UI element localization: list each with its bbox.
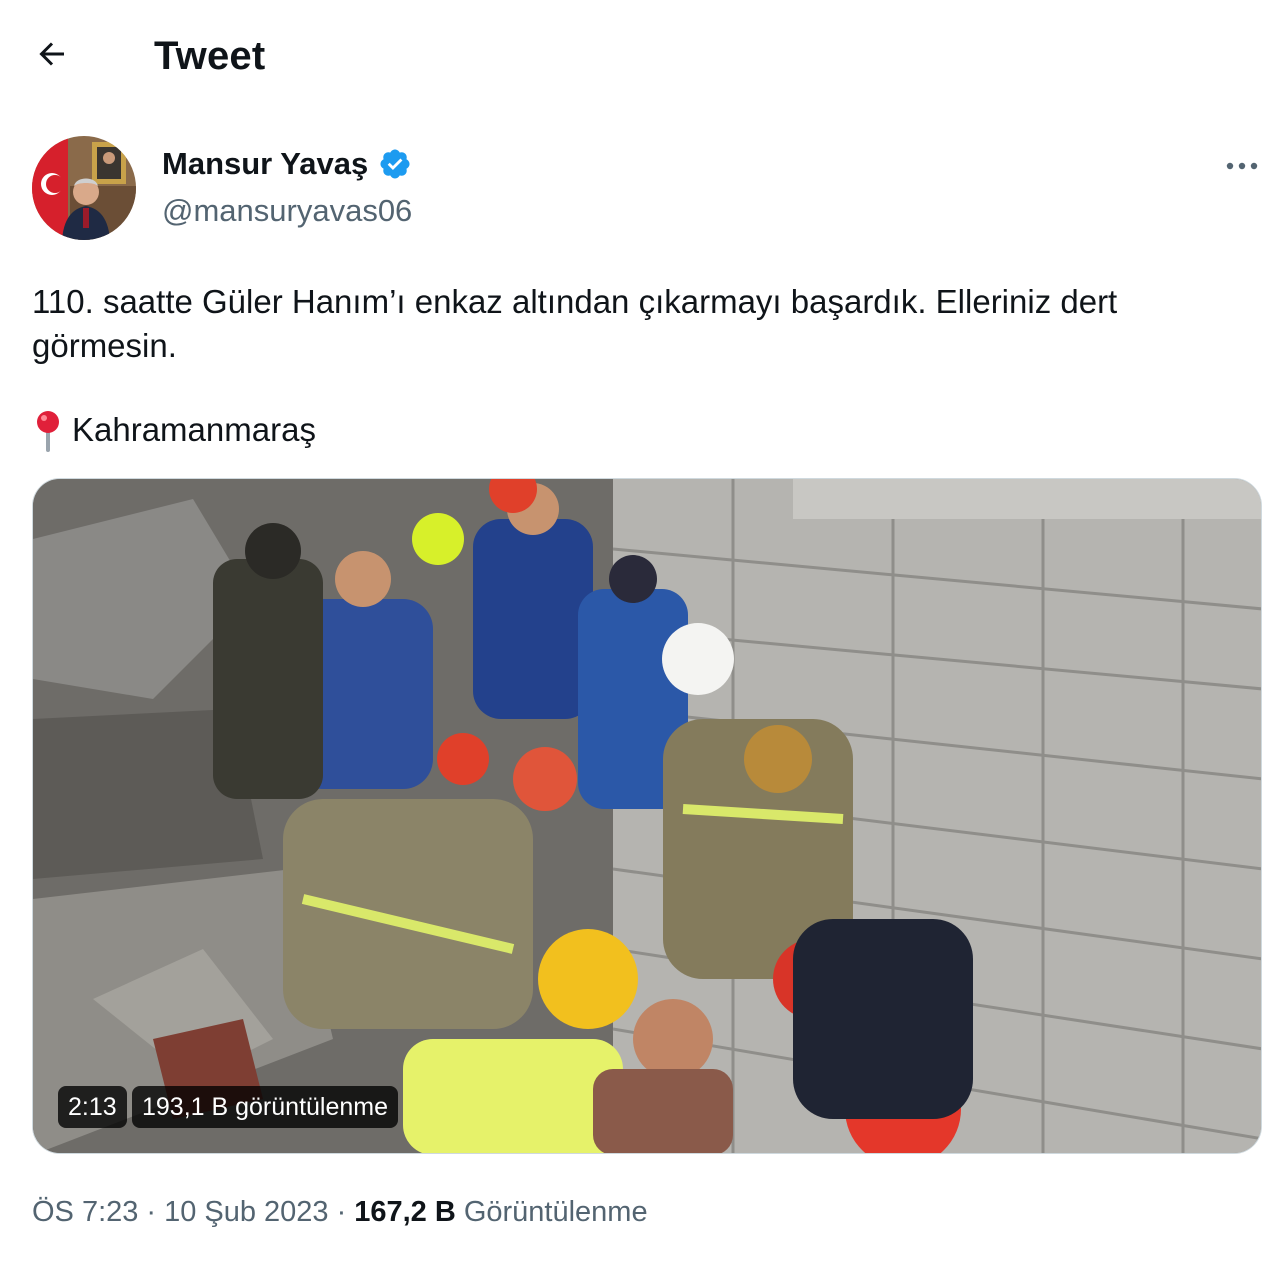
tweet-date[interactable]: 10 Şub 2023 <box>164 1196 328 1229</box>
tweet-time[interactable]: ÖS 7:23 <box>32 1196 138 1229</box>
verified-badge-icon <box>380 149 410 179</box>
tweet-text: 110. saatte Güler Hanım’ı enkaz altından… <box>32 283 1118 364</box>
tweet-meta: ÖS 7:23 · 10 Şub 2023 · 167,2 B Görüntül… <box>32 1196 648 1229</box>
tweet-location: Kahramanmaraş <box>32 408 316 452</box>
video-duration-badge: 2:13 <box>58 1086 127 1128</box>
video-views-badge: 193,1 B görüntülenme <box>132 1086 399 1128</box>
page-title: Tweet <box>154 34 266 78</box>
author-handle[interactable]: @mansuryavas06 <box>162 193 412 229</box>
author-display-name: Mansur Yavaş <box>162 146 369 181</box>
pin-icon <box>37 411 59 452</box>
meta-separator: · <box>146 1196 157 1228</box>
back-button[interactable] <box>28 30 76 78</box>
views-label: Görüntülenme <box>463 1196 648 1228</box>
top-bar: Tweet <box>0 0 1280 112</box>
avatar[interactable] <box>32 136 136 240</box>
arrow-left-icon <box>39 42 64 66</box>
more-dots-icon <box>1226 162 1258 170</box>
location-label: Kahramanmaraş <box>72 411 316 448</box>
views-count: 167,2 B <box>354 1196 456 1228</box>
video-thumbnail <box>33 479 1261 1153</box>
author-name-row[interactable]: Mansur Yavaş <box>162 146 412 182</box>
video-player[interactable] <box>32 478 1262 1154</box>
meta-separator: · <box>336 1196 347 1228</box>
more-options-button[interactable] <box>1216 148 1268 184</box>
